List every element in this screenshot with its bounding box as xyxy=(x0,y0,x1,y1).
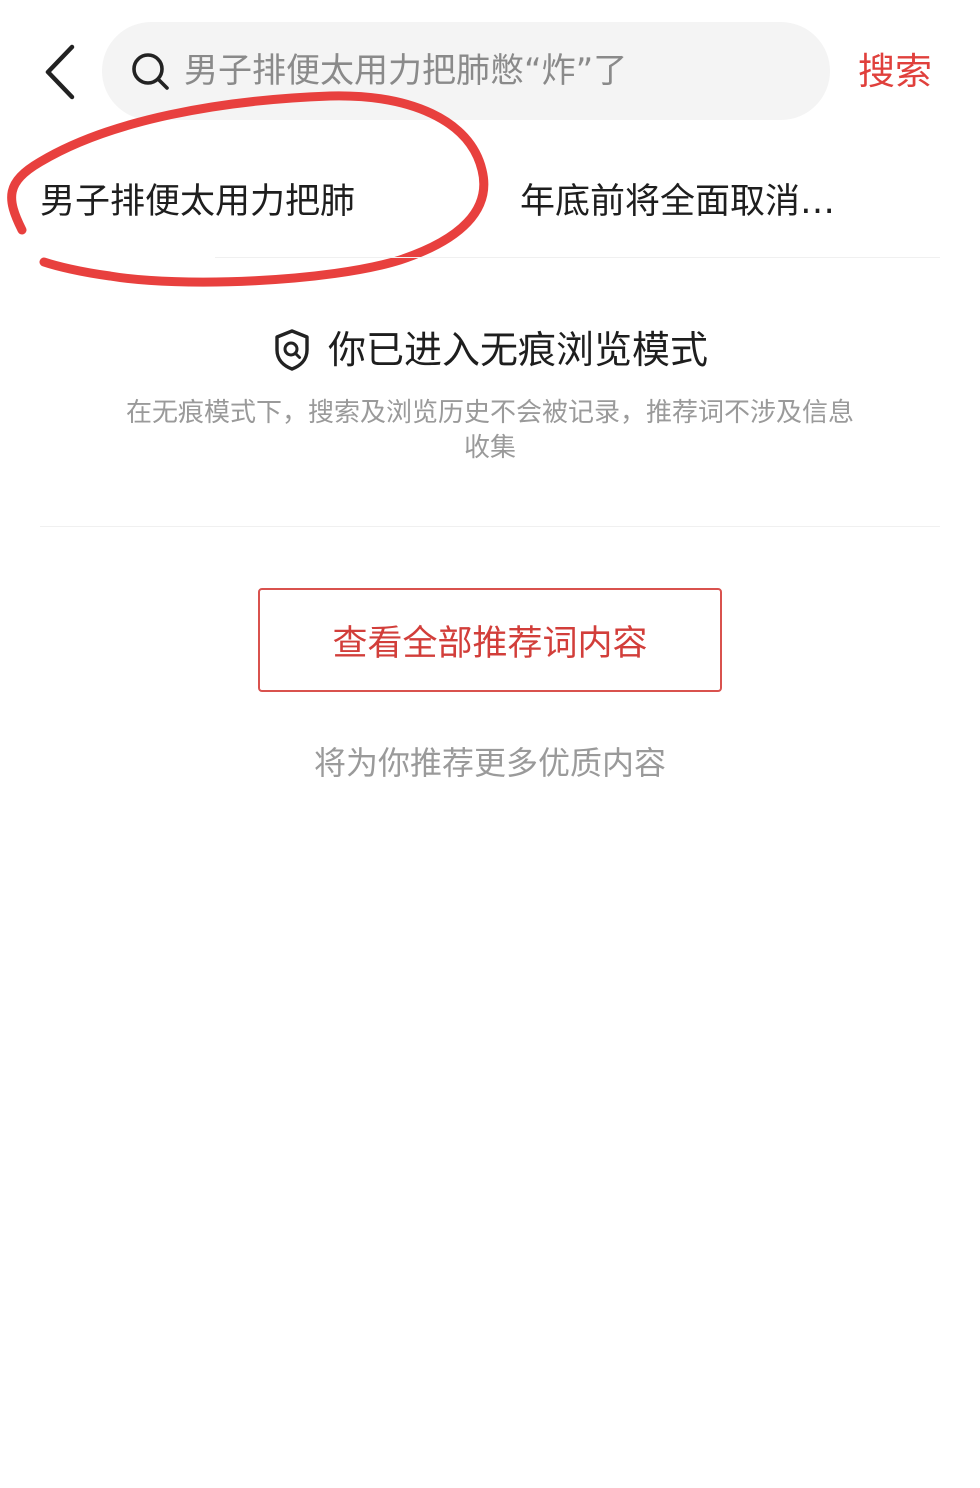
search-button[interactable]: 搜索 xyxy=(858,46,932,98)
incognito-header: 你已进入无痕浏览模式 xyxy=(0,322,980,378)
suggestion-item[interactable]: 年底前将全面取消… xyxy=(520,174,900,230)
chevron-left-icon xyxy=(42,42,78,102)
incognito-title: 你已进入无痕浏览模式 xyxy=(327,328,708,372)
back-button[interactable] xyxy=(30,40,90,104)
view-all-suggestions-button[interactable]: 查看全部推荐词内容 xyxy=(258,588,722,692)
recommend-note: 将为你推荐更多优质内容 xyxy=(313,744,666,782)
shield-search-icon xyxy=(272,328,312,372)
suggestion-item[interactable]: 男子排便太用力把肺 xyxy=(40,174,435,230)
incognito-description: 在无痕模式下，搜索及浏览历史不会被记录，推荐词不涉及信息收集 xyxy=(125,398,854,463)
search-icon xyxy=(130,51,170,91)
search-box[interactable] xyxy=(102,22,830,120)
divider xyxy=(215,257,940,258)
search-input[interactable] xyxy=(184,41,804,101)
divider xyxy=(40,526,940,527)
